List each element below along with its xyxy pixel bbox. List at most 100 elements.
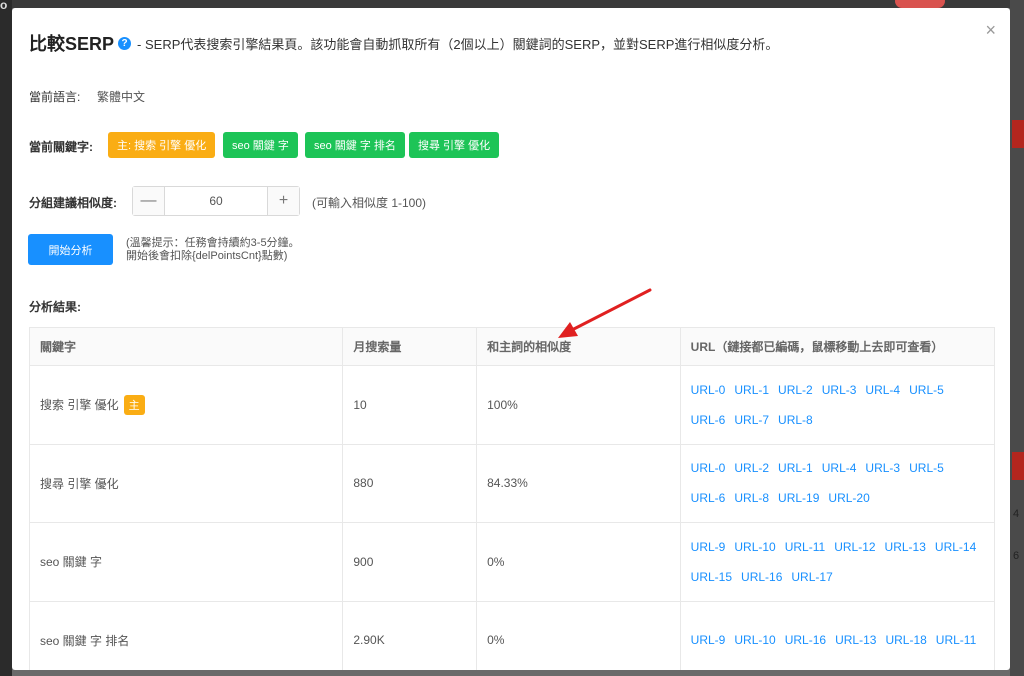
table-row: 搜索 引擎 優化主 10 100% URL-0 URL-1 URL-2 URL-3 URL-4… [30, 366, 994, 445]
similarity-cell: 0% [476, 523, 680, 601]
background-glyph: o [0, 0, 8, 12]
table-header: 關鍵字 月搜索量 和主詞的相似度 URL（鏈接都已編碼，鼠標移動上去即可查看） [30, 328, 994, 366]
keyword-cell: seo 關鍵 字 [30, 523, 342, 601]
volume-cell: 900 [342, 523, 476, 601]
url-link[interactable]: URL-4 [822, 460, 857, 476]
similarity-cell: 100% [476, 366, 680, 444]
compare-serp-modal: × 比較SERP ? - SERP代表搜索引擎結果頁。該功能會自動抓取所有（2個… [12, 8, 1010, 670]
url-list: URL-0 URL-1 URL-2 URL-3 URL-4 URL-5 URL-6 URL-7… [691, 382, 984, 428]
results-table: 關鍵字 月搜索量 和主詞的相似度 URL（鏈接都已編碼，鼠標移動上去即可查看） … [29, 327, 995, 670]
url-link[interactable]: URL-15 [691, 569, 732, 585]
header-volume: 月搜索量 [342, 328, 476, 365]
keyword-text: seo 關鍵 字 [40, 555, 103, 570]
url-link[interactable]: URL-12 [834, 539, 875, 555]
keyword-cell: 搜尋 引擎 優化 [30, 445, 342, 523]
similarity-stepper: — 60 + [132, 186, 300, 216]
background-left-strip: o [0, 0, 12, 676]
url-cell: URL-0 URL-1 URL-2 URL-3 URL-4 URL-5 URL-6 URL-7… [679, 366, 994, 444]
volume-cell: 10 [342, 366, 476, 444]
background-number: 4 [1013, 508, 1020, 520]
url-link[interactable]: URL-3 [865, 460, 900, 476]
url-link[interactable]: URL-6 [691, 412, 726, 428]
close-icon[interactable]: × [985, 20, 996, 40]
url-link[interactable]: URL-16 [785, 632, 826, 648]
url-link[interactable]: URL-8 [734, 490, 769, 506]
url-link[interactable]: URL-1 [778, 460, 813, 476]
url-link[interactable]: URL-0 [691, 382, 726, 398]
keyword-tag: 搜尋 引擎 優化 [409, 132, 500, 158]
table-row: 搜尋 引擎 優化 880 84.33% URL-0 URL-2 URL-1 URL-4 URL… [30, 444, 994, 523]
url-link[interactable]: URL-4 [865, 382, 900, 398]
url-link[interactable]: URL-20 [828, 490, 869, 506]
url-link[interactable]: URL-0 [691, 460, 726, 476]
keyword-text: 搜尋 引擎 優化 [40, 476, 119, 491]
main-keyword-badge: 主 [123, 394, 145, 415]
volume-cell: 2.90K [342, 601, 476, 670]
url-link[interactable]: URL-1 [734, 382, 769, 398]
similarity-label: 分組建議相似度: [29, 196, 117, 210]
similarity-cell: 0% [476, 601, 680, 670]
url-link[interactable]: URL-7 [734, 412, 769, 428]
keyword-text: seo 關鍵 字 排名 [40, 633, 130, 648]
table-row: seo 關鍵 字 排名 2.90K 0% URL-9 URL-10 URL-16 URL-1… [30, 601, 994, 671]
background-badge [895, 0, 945, 8]
background-red-button [1012, 120, 1024, 148]
tips-text: (溫馨提示：任務會持續約3-5分鐘。 開始後會扣除{delPointsCnt}點… [126, 237, 300, 263]
header-url: URL（鏈接都已編碼，鼠標移動上去即可查看） [679, 328, 994, 365]
background-red-button [1012, 452, 1024, 480]
url-link[interactable]: URL-11 [785, 539, 825, 555]
url-cell: URL-0 URL-2 URL-1 URL-4 URL-3 URL-5 URL-6 URL-8… [679, 444, 994, 522]
url-link[interactable]: URL-5 [909, 460, 944, 476]
url-cell: URL-9 URL-10 URL-16 URL-13 URL-18 URL-11 [679, 601, 994, 670]
modal-description: - SERP代表搜索引擎結果頁。該功能會自動抓取所有（2個以上）關鍵詞的SERP… [137, 36, 779, 52]
table-body: 搜索 引擎 優化主 10 100% URL-0 URL-1 URL-2 URL-3 URL-4… [30, 366, 994, 670]
modal-title: 比較SERP [29, 34, 115, 54]
keywords-label: 當前關鍵字: [29, 140, 93, 154]
url-link[interactable]: URL-3 [822, 382, 857, 398]
url-link[interactable]: URL-10 [734, 632, 775, 648]
volume-cell: 880 [342, 444, 476, 522]
similarity-input[interactable]: 60 [165, 187, 267, 215]
decrement-button[interactable]: — [133, 187, 165, 215]
keyword-cell: 搜索 引擎 優化主 [30, 366, 342, 444]
url-link[interactable]: URL-13 [885, 539, 926, 555]
url-link[interactable]: URL-2 [734, 460, 769, 476]
url-link[interactable]: URL-18 [885, 632, 926, 648]
url-list: URL-0 URL-2 URL-1 URL-4 URL-3 URL-5 URL-6 URL-8… [691, 460, 984, 506]
url-list: URL-9 URL-10 URL-16 URL-13 URL-18 URL-11 [691, 632, 977, 648]
url-cell: URL-9 URL-10 URL-11 URL-12 URL-13 URL-14 URL-1… [679, 523, 994, 601]
results-label: 分析結果: [29, 300, 81, 314]
url-link[interactable]: URL-5 [909, 382, 944, 398]
keyword-cell: seo 關鍵 字 排名 [30, 602, 342, 671]
language-label: 當前語言: [29, 90, 81, 104]
background-right-strip [1010, 0, 1024, 676]
keyword-tag: seo 關鍵 字 排名 [305, 132, 405, 158]
url-link[interactable]: URL-19 [778, 490, 819, 506]
url-link[interactable]: URL-6 [691, 490, 726, 506]
url-link[interactable]: URL-8 [778, 412, 813, 428]
header-similarity: 和主詞的相似度 [476, 328, 680, 365]
url-link[interactable]: URL-17 [791, 569, 832, 585]
help-icon[interactable]: ? [118, 36, 132, 50]
modal-header: 比較SERP ? - SERP代表搜索引擎結果頁。該功能會自動抓取所有（2個以上… [29, 30, 778, 56]
similarity-cell: 84.33% [476, 444, 680, 522]
keyword-tag: seo 關鍵 字 [223, 132, 298, 158]
tip-line: (溫馨提示：任務會持續約3-5分鐘。 [126, 237, 300, 249]
url-list: URL-9 URL-10 URL-11 URL-12 URL-13 URL-14 URL-1… [691, 539, 984, 585]
url-link[interactable]: URL-16 [741, 569, 782, 585]
header-keyword: 關鍵字 [40, 340, 77, 354]
url-link[interactable]: URL-9 [691, 632, 726, 648]
url-link[interactable]: URL-14 [935, 539, 976, 555]
url-link[interactable]: URL-2 [778, 382, 813, 398]
url-link[interactable]: URL-11 [936, 632, 976, 648]
keyword-text: 搜索 引擎 優化 [40, 398, 119, 413]
tip-line: 開始後會扣除{delPointsCnt}點數) [126, 250, 288, 262]
url-link[interactable]: URL-9 [691, 539, 726, 555]
increment-button[interactable]: + [267, 187, 299, 215]
background-number: 6 [1013, 550, 1020, 562]
start-analysis-button[interactable]: 開始分析 [28, 234, 113, 265]
language-value: 繁體中文 [97, 90, 146, 104]
keyword-tag-main: 主: 搜索 引擎 優化 [108, 132, 216, 158]
url-link[interactable]: URL-10 [734, 539, 775, 555]
url-link[interactable]: URL-13 [835, 632, 876, 648]
